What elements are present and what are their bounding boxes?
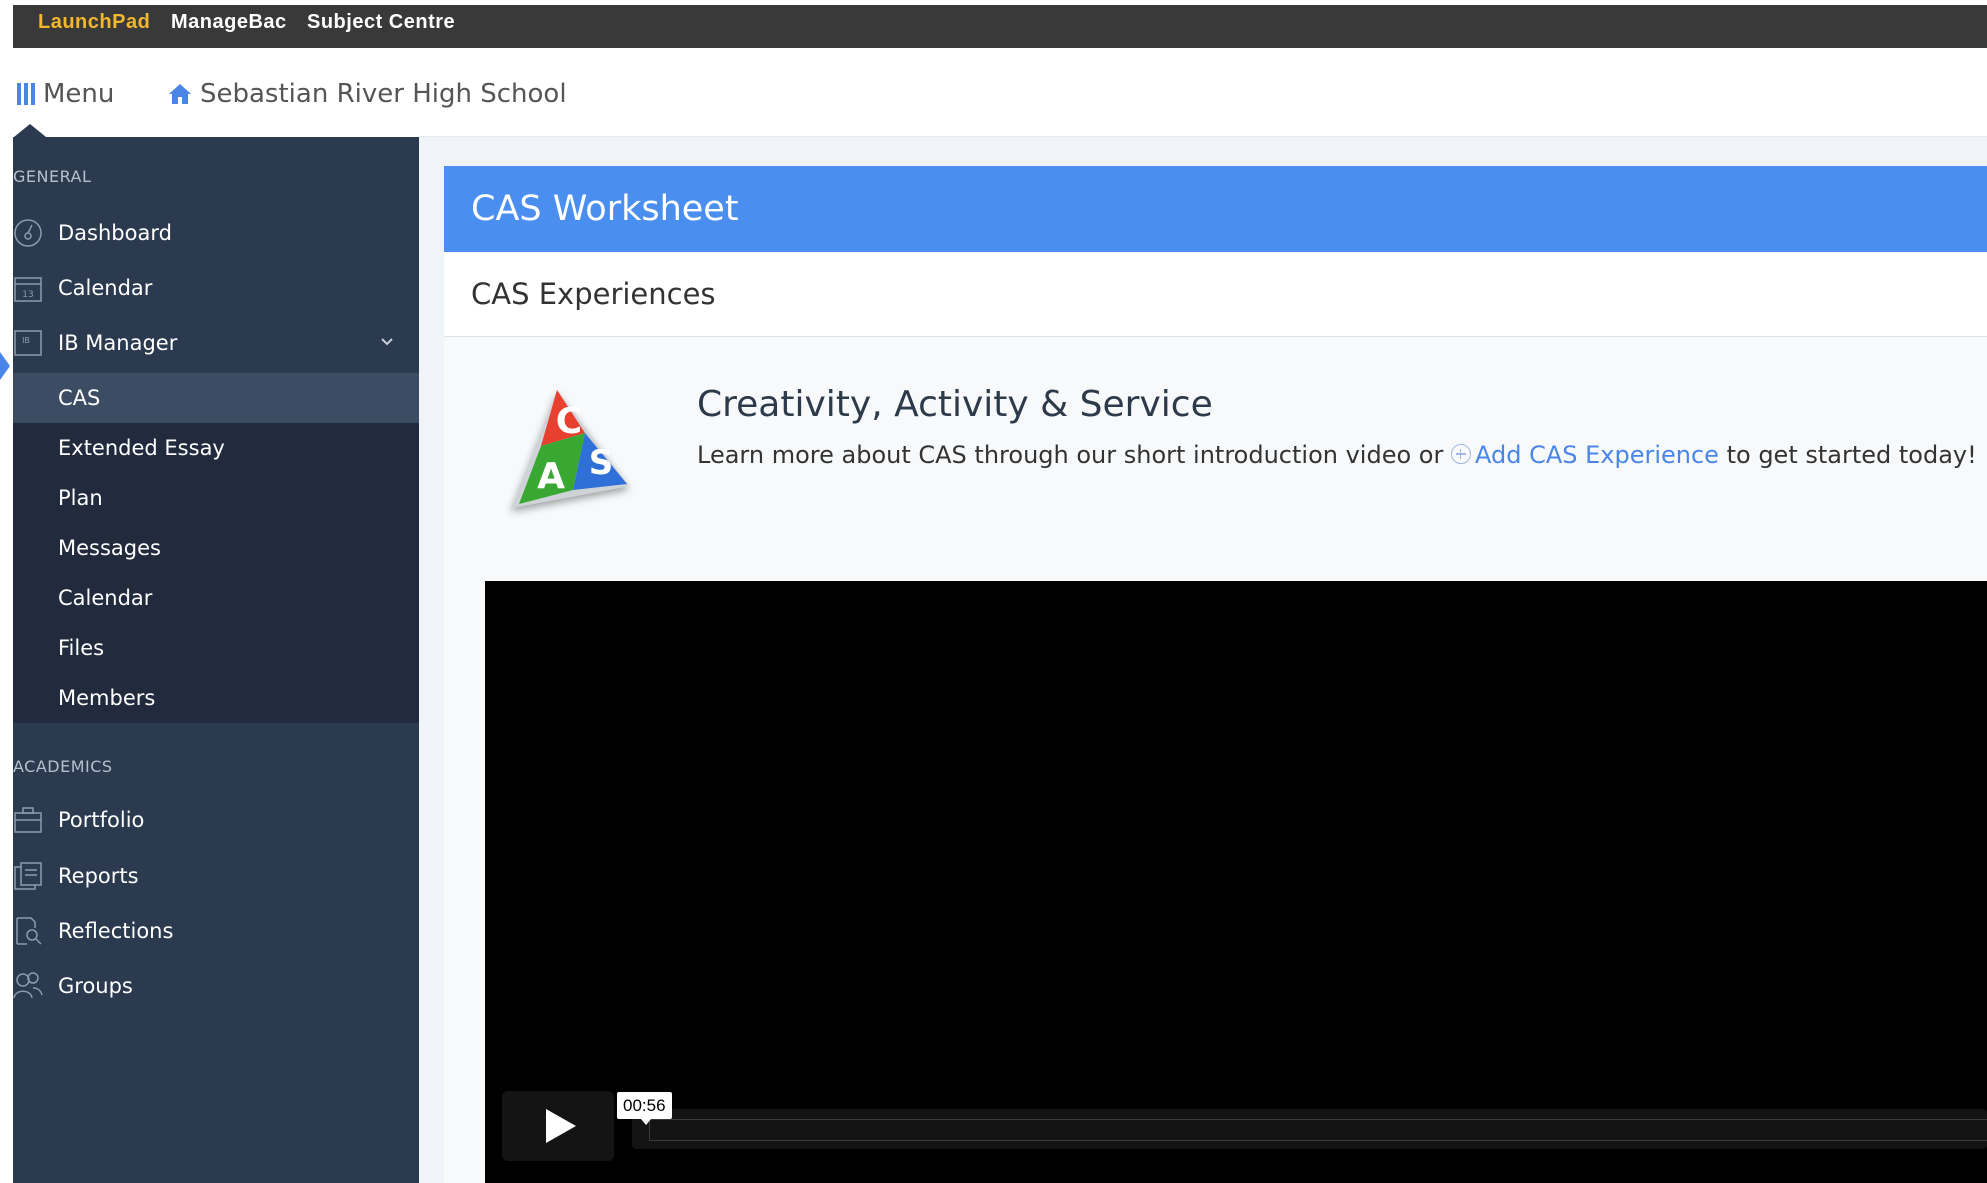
intro-suffix: to get started today! — [1726, 441, 1977, 469]
managebac-link[interactable]: ManageBac — [171, 5, 287, 39]
sidebar-subitem-plan[interactable]: Plan — [13, 473, 419, 523]
menu-label: Menu — [43, 79, 115, 109]
school-name: Sebastian River High School — [200, 79, 567, 109]
launchpad-link[interactable]: LaunchPad — [38, 5, 150, 39]
logo-letter-a: A — [537, 456, 565, 497]
dashboard-icon — [14, 219, 42, 247]
sidebar-item-label: Plan — [58, 486, 103, 510]
add-cas-experience-label: Add CAS Experience — [1474, 441, 1719, 469]
ib-icon: IB — [14, 330, 42, 356]
divider — [419, 136, 1987, 137]
subject-centre-link[interactable]: Subject Centre — [307, 5, 455, 39]
sidebar-item-portfolio[interactable]: Portfolio — [13, 794, 419, 846]
sidebar-subitem-files[interactable]: Files — [13, 623, 419, 673]
calendar-icon: 13 — [14, 277, 42, 302]
sidebar-item-dashboard[interactable]: Dashboard — [13, 207, 419, 259]
time-tooltip: 00:56 — [617, 1092, 672, 1125]
play-button[interactable] — [502, 1091, 614, 1161]
sidebar-item-label: Reflections — [58, 919, 174, 943]
section-title: CAS Experiences — [471, 277, 716, 311]
sidebar-item-groups[interactable]: Groups — [13, 960, 419, 1012]
intro-title: Creativity, Activity & Service — [697, 384, 1213, 425]
sidebar-subitem-extended-essay[interactable]: Extended Essay — [13, 423, 419, 473]
add-circle-icon — [1450, 444, 1471, 464]
sidebar-subitem-members[interactable]: Members — [13, 673, 419, 723]
bars-icon — [17, 83, 35, 105]
reflections-icon — [16, 917, 42, 945]
sidebar-item-label: Members — [58, 686, 156, 710]
ib-manager-submenu: CAS Extended Essay Plan Messages Calenda… — [13, 373, 419, 723]
panel-subheader: CAS Experiences — [444, 252, 1987, 337]
top-navigation-bar: LaunchPad ManageBac Subject Centre — [13, 5, 1987, 48]
groups-icon — [13, 972, 43, 999]
sidebar-item-calendar[interactable]: 13 Calendar — [13, 262, 419, 314]
reports-icon — [14, 862, 42, 890]
sidebar-item-label: Calendar — [58, 276, 153, 300]
sidebar-item-label: Portfolio — [58, 808, 145, 832]
sidebar-item-label: CAS — [58, 386, 101, 410]
section-label-academics: ACADEMICS — [13, 757, 113, 776]
sidebar-item-label: Reports — [58, 864, 139, 888]
cas-logo: C A S — [511, 390, 629, 508]
add-cas-experience-link[interactable]: Add CAS Experience — [1450, 441, 1727, 469]
svg-text:IB: IB — [22, 336, 30, 345]
home-icon — [169, 84, 191, 104]
progress-track-line — [649, 1119, 1987, 1141]
panel-title-bar: CAS Worksheet — [444, 166, 1987, 252]
sidebar-item-label: Dashboard — [58, 221, 172, 245]
left-pointer-arrow — [0, 352, 10, 380]
sidebar-item-label: Extended Essay — [58, 436, 225, 460]
sidebar-subitem-messages[interactable]: Messages — [13, 523, 419, 573]
sidebar-item-label: Groups — [58, 974, 133, 998]
logo-letter-s: S — [589, 443, 614, 483]
sidebar-subitem-calendar[interactable]: Calendar — [13, 573, 419, 623]
logo-letter-c: C — [556, 401, 582, 442]
sidebar-item-label: Files — [58, 636, 105, 660]
sub-header: Menu Sebastian River High School — [13, 48, 1987, 136]
sidebar-item-label: IB Manager — [58, 331, 178, 355]
page-title: CAS Worksheet — [471, 189, 739, 229]
school-breadcrumb[interactable]: Sebastian River High School — [168, 74, 567, 114]
sidebar-item-reflections[interactable]: Reflections — [13, 905, 419, 957]
portfolio-icon — [14, 807, 42, 833]
sidebar-item-ib-manager[interactable]: IB IB Manager — [13, 317, 419, 369]
intro-prefix: Learn more about CAS through our short i… — [697, 441, 1451, 469]
sidebar-item-reports[interactable]: Reports — [13, 850, 419, 902]
svg-text:13: 13 — [22, 290, 33, 300]
sidebar-subitem-cas[interactable]: CAS — [13, 373, 419, 423]
menu-caret — [14, 124, 46, 137]
section-label-general: GENERAL — [13, 167, 92, 186]
sidebar: GENERAL Dashboard 13 Calendar IB IB Mana… — [13, 137, 419, 1183]
sidebar-item-label: Messages — [58, 536, 161, 560]
intro-video-player[interactable]: 00:56 — [485, 581, 1987, 1183]
video-progress-bar[interactable] — [632, 1109, 1987, 1149]
menu-button[interactable]: Menu — [17, 74, 114, 114]
sidebar-item-label: Calendar — [58, 586, 153, 610]
chevron-down-icon — [381, 338, 393, 346]
intro-text: Learn more about CAS through our short i… — [697, 441, 1977, 469]
